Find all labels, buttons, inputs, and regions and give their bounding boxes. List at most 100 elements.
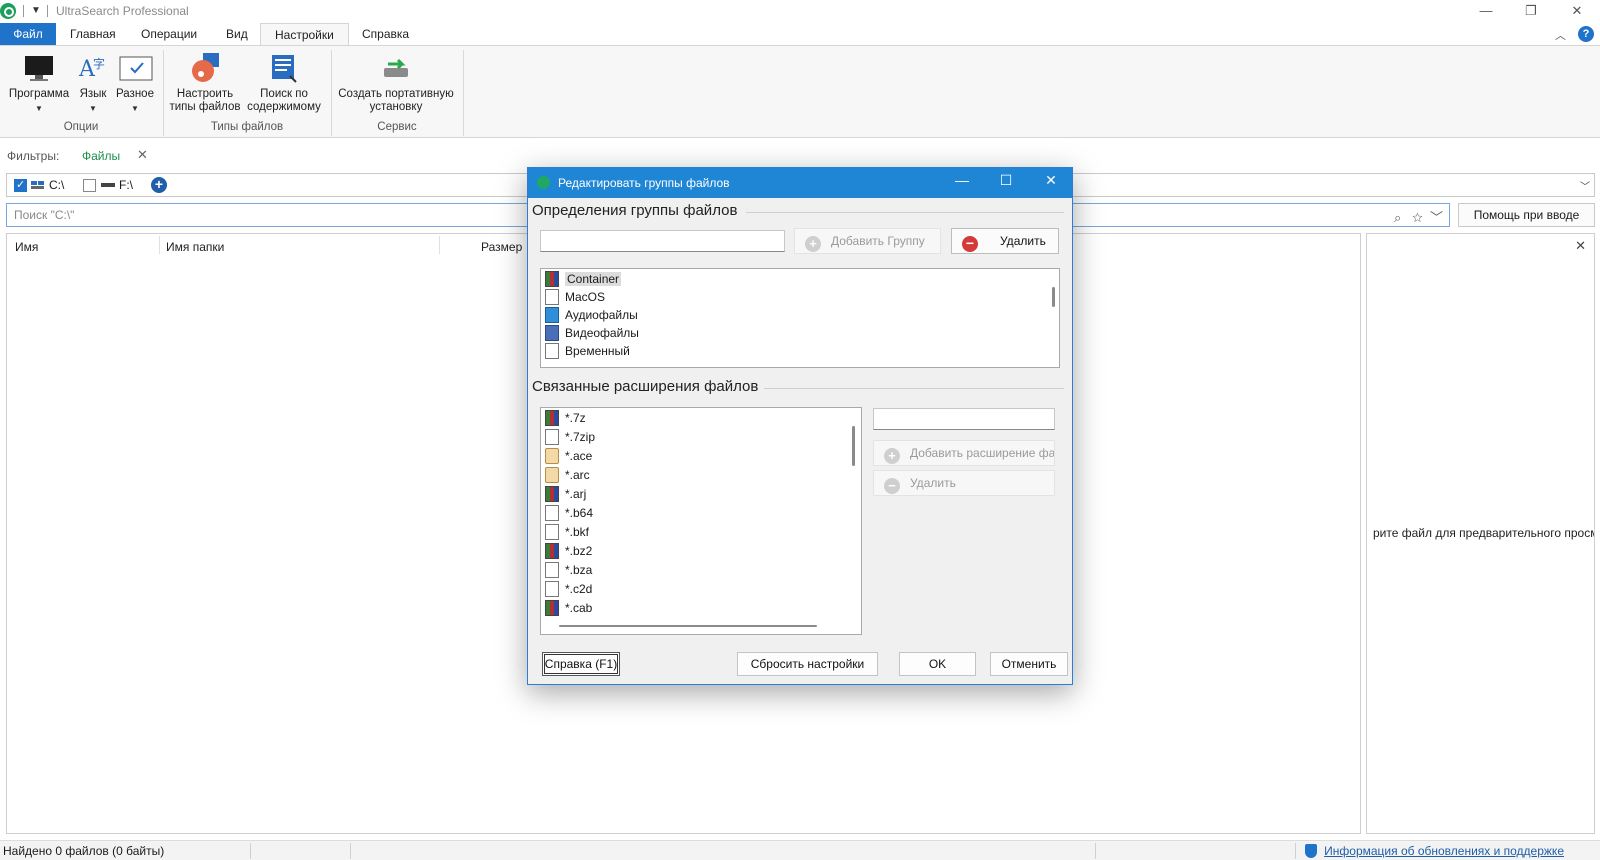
tab-help[interactable]: Справка [348, 23, 423, 46]
plus-icon: + [805, 236, 821, 252]
archive-icon [545, 543, 559, 559]
list-item[interactable]: Container [545, 271, 622, 288]
help-f1-button[interactable]: Справка (F1) [542, 652, 620, 676]
tab-settings[interactable]: Настройки [260, 23, 349, 46]
file-icon [545, 289, 559, 305]
edit-file-groups-dialog: Редактировать группы файлов — ☐ ✕ Опреде… [527, 167, 1073, 685]
chevron-down-icon[interactable]: ﹀ [1580, 178, 1590, 193]
divider [47, 5, 48, 17]
list-item[interactable]: *.arc [545, 467, 590, 484]
add-drive-icon[interactable]: + [151, 177, 167, 193]
add-group-button[interactable]: + Добавить Группу [794, 228, 941, 254]
delete-group-button[interactable]: − Удалить [951, 228, 1059, 254]
tab-home[interactable]: Главная [56, 23, 130, 46]
maximize-button[interactable]: ☐ [991, 172, 1021, 189]
list-item[interactable]: *.7z [545, 410, 586, 427]
delete-extension-button[interactable]: − Удалить [873, 470, 1055, 496]
divider [463, 50, 464, 136]
list-item[interactable]: Видеофайлы [545, 325, 639, 342]
collapse-ribbon-icon[interactable]: ︿ [1555, 27, 1566, 43]
extension-input[interactable] [873, 408, 1055, 430]
scrollbar[interactable] [852, 426, 855, 466]
drive-f-checkbox[interactable] [83, 179, 96, 192]
list-item[interactable]: *.7zip [545, 429, 595, 446]
monitor-icon [23, 52, 55, 84]
tab-operations[interactable]: Операции [127, 23, 211, 46]
list-item[interactable]: Аудиофайлы [545, 307, 638, 324]
app-icon [537, 176, 550, 189]
list-item[interactable]: *.ace [545, 448, 592, 465]
cancel-button[interactable]: Отменить [990, 652, 1068, 676]
drive-c-checkbox[interactable] [14, 178, 27, 192]
divider [1295, 843, 1296, 859]
column-divider[interactable] [159, 236, 160, 254]
column-header-name[interactable]: Имя [15, 240, 38, 254]
ok-button[interactable]: OK [899, 652, 976, 676]
svg-text:字: 字 [93, 56, 105, 71]
list-item[interactable]: *.arj [545, 486, 586, 503]
misc-button[interactable]: Разное ▼ [114, 52, 156, 115]
archive-icon [545, 410, 559, 426]
extension-list[interactable]: *.7z *.7zip *.ace *.arc *.arj *.b64 *.bk… [540, 407, 862, 635]
search-icon[interactable]: ⌕ [1394, 210, 1401, 225]
list-item[interactable]: MacOS [545, 289, 605, 306]
close-button[interactable]: ✕ [1554, 0, 1600, 22]
create-portable-button[interactable]: Создать портативную установку [336, 52, 456, 114]
divider [764, 388, 1064, 389]
video-icon [545, 325, 559, 341]
list-item[interactable]: *.bkf [545, 524, 589, 541]
group-list[interactable]: Container MacOS Аудиофайлы Видеофайлы Вр… [540, 268, 1060, 368]
file-icon [545, 562, 559, 578]
reset-settings-button[interactable]: Сбросить настройки [737, 652, 878, 676]
divider [350, 843, 351, 859]
group-definitions-heading: Определения группы файлов [532, 202, 738, 219]
program-button[interactable]: Программа ▼ [8, 52, 70, 115]
list-item[interactable]: *.b64 [545, 505, 593, 522]
favorite-star-icon[interactable]: ☆ [1412, 210, 1423, 225]
drive-f-label: F:\ [119, 178, 133, 192]
minus-icon: − [962, 236, 978, 252]
drive-icon [101, 183, 115, 187]
input-help-button[interactable]: Помощь при вводе [1458, 203, 1595, 227]
close-button[interactable]: ✕ [1036, 172, 1066, 189]
updates-support-link[interactable]: Информация об обновлениях и поддержке [1324, 844, 1564, 858]
plus-icon: + [884, 448, 900, 464]
scrollbar[interactable] [1052, 287, 1055, 307]
status-bar: Найдено 0 файлов (0 байты) Информация об… [0, 840, 1600, 860]
language-button[interactable]: A字 Язык ▼ [76, 52, 110, 115]
quick-access-dropdown-icon[interactable]: ▼ [31, 5, 41, 16]
document-search-icon [268, 52, 300, 84]
ribbon: Программа ▼ A字 Язык ▼ Разное ▼ Опции Настро… [0, 45, 1600, 138]
list-item[interactable]: *.cab [545, 600, 592, 617]
list-item[interactable]: *.bza [545, 562, 592, 579]
list-item[interactable]: *.c2d [545, 581, 592, 598]
horizontal-scrollbar[interactable] [559, 625, 817, 627]
list-item[interactable]: *.bz2 [545, 543, 592, 560]
divider [1095, 843, 1096, 859]
group-name-input[interactable] [540, 230, 785, 252]
ace-icon [545, 448, 559, 464]
chevron-down-icon[interactable]: ﹀ [1430, 210, 1443, 225]
tab-view[interactable]: Вид [212, 23, 262, 46]
music-file-icon [189, 52, 221, 84]
close-preview-icon[interactable]: ✕ [1575, 238, 1586, 254]
help-icon[interactable]: ? [1578, 26, 1594, 42]
configure-filetypes-button[interactable]: Настроить типы файлов [168, 52, 242, 114]
ace-icon [545, 467, 559, 483]
tab-file[interactable]: Файл [0, 23, 56, 46]
status-found: Найдено 0 файлов (0 байты) [3, 844, 165, 858]
app-icon[interactable] [0, 3, 16, 19]
column-divider[interactable] [439, 236, 440, 254]
maximize-button[interactable]: ❐ [1508, 0, 1554, 22]
list-item[interactable]: Временный [545, 343, 630, 360]
file-icon [545, 505, 559, 521]
minimize-button[interactable]: — [1463, 0, 1509, 22]
minimize-button[interactable]: — [947, 172, 977, 188]
filter-tag-files[interactable]: Файлы [82, 149, 120, 163]
file-icon [545, 429, 559, 445]
remove-filter-icon[interactable]: ✕ [137, 147, 148, 163]
column-header-folder[interactable]: Имя папки [166, 240, 224, 254]
content-search-button[interactable]: Поиск по содержимому [246, 52, 322, 114]
column-header-size[interactable]: Размер [481, 240, 522, 254]
add-extension-button[interactable]: + Добавить расширение фай [873, 440, 1055, 466]
